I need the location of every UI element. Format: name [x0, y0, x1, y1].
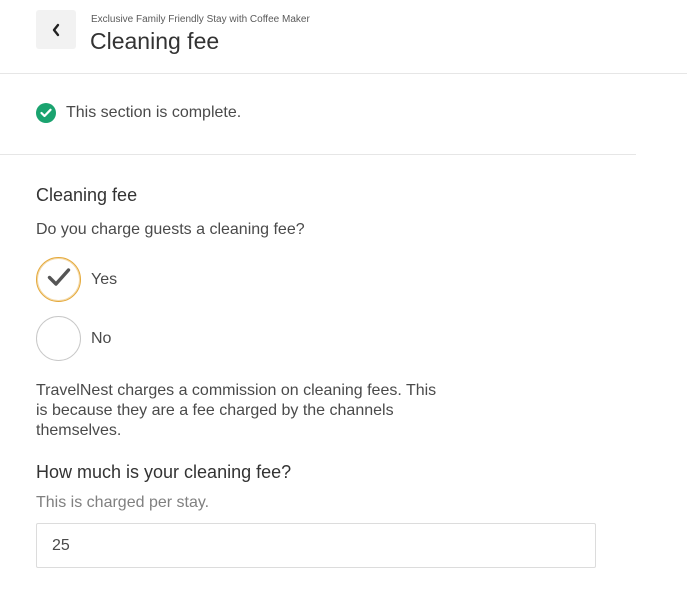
section-complete-banner: This section is complete.	[36, 103, 241, 123]
radio-yes-circle[interactable]	[36, 257, 81, 302]
fee-amount-heading: How much is your cleaning fee?	[36, 462, 292, 482]
cleaning-fee-heading: Cleaning fee	[36, 185, 138, 205]
page-title: Cleaning fee	[90, 28, 220, 54]
radio-no-label: No	[91, 329, 112, 347]
fee-amount-hint: This is charged per stay.	[36, 494, 210, 511]
cleaning-fee-question: Do you charge guests a cleaning fee?	[36, 221, 305, 238]
radio-yes-label: Yes	[91, 270, 118, 288]
listing-subtitle: Exclusive Family Friendly Stay with Coff…	[91, 14, 310, 25]
check-circle-icon	[36, 103, 56, 123]
radio-option-no[interactable]: No	[36, 316, 111, 361]
chevron-left-icon	[51, 23, 61, 37]
page-header: Exclusive Family Friendly Stay with Coff…	[0, 0, 687, 74]
checkmark-icon	[47, 267, 71, 292]
back-button[interactable]	[36, 10, 76, 49]
commission-info-text: TravelNest charges a commission on clean…	[36, 382, 437, 439]
radio-no-circle[interactable]	[36, 316, 81, 361]
divider	[0, 154, 636, 155]
cleaning-fee-input[interactable]	[36, 523, 596, 568]
radio-option-yes[interactable]: Yes	[36, 257, 117, 302]
section-complete-text: This section is complete.	[66, 104, 242, 121]
